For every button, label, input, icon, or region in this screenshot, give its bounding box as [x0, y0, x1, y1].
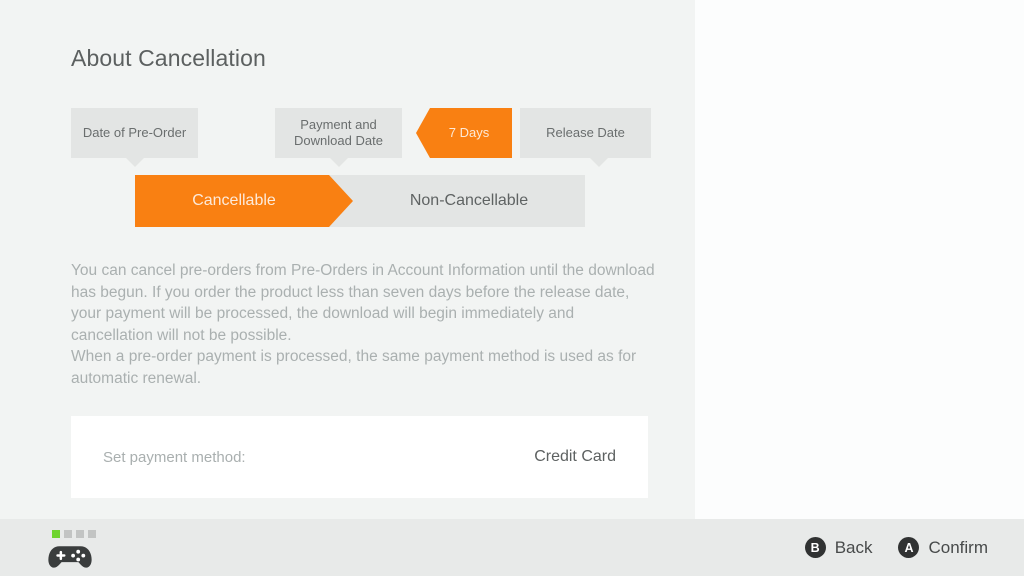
button-a-icon: A [898, 537, 920, 558]
timeline-chip-label: Release Date [546, 125, 625, 140]
page-title: About Cancellation [71, 45, 266, 71]
description-paragraph-1: You can cancel pre-orders from Pre-Order… [71, 262, 655, 344]
payment-method-value: Credit Card [534, 448, 616, 465]
player-indicator-leds [52, 530, 96, 538]
timeline-chip-date-of-pre-order: Date of Pre-Order [71, 108, 198, 158]
non-cancellable-segment: Non-Cancellable [353, 175, 585, 227]
player-led-2 [64, 530, 72, 538]
payment-method-row[interactable]: Set payment method: Credit Card [71, 416, 648, 498]
timeline-chip-tail [126, 158, 144, 167]
cancellable-label: Cancellable [192, 192, 276, 209]
timeline-chip-tail [330, 158, 348, 167]
confirm-action[interactable]: A Confirm [898, 537, 988, 558]
timeline-chip-label: 7 Days [448, 125, 490, 140]
screen: About Cancellation Date of Pre-Order Pay… [0, 0, 1024, 576]
timeline-chip-label: Date of Pre-Order [82, 125, 187, 140]
player-led-4 [88, 530, 96, 538]
bottom-action-bar: B Back A Confirm [0, 519, 1024, 576]
back-action[interactable]: B Back [804, 537, 873, 558]
gamepad-icon [48, 543, 96, 574]
payment-method-label: Set payment method: [103, 448, 246, 466]
main-content-panel: About Cancellation Date of Pre-Order Pay… [0, 0, 695, 519]
timeline-chip-seven-days: 7 Days [416, 108, 512, 158]
player-led-1 [52, 530, 60, 538]
timeline-chip-label: Payment and Download Date [294, 117, 383, 148]
side-panel: social al•••@v•••• / soc••• Next [695, 0, 1024, 519]
button-b-icon: B [804, 537, 826, 558]
cancellation-timeline: Date of Pre-Order Payment and Download Da… [71, 108, 651, 167]
cancellable-segment: Cancellable [135, 175, 353, 227]
cancellation-status-bar: Cancellable Non-Cancellable [135, 175, 585, 227]
timeline-chip-release-date: Release Date [520, 108, 651, 158]
non-cancellable-label: Non-Cancellable [409, 192, 529, 209]
cancellation-description: You can cancel pre-orders from Pre-Order… [71, 260, 657, 389]
timeline-chip-payment-and-download-date: Payment and Download Date [275, 108, 402, 158]
player-led-3 [76, 530, 84, 538]
timeline-chip-tail [590, 158, 608, 167]
confirm-action-label: Confirm [928, 537, 988, 557]
controller-status[interactable] [48, 530, 96, 574]
description-paragraph-2: When a pre-order payment is processed, t… [71, 348, 637, 387]
bottom-bar-actions: B Back A Confirm [804, 519, 988, 576]
back-action-label: Back [834, 537, 873, 557]
